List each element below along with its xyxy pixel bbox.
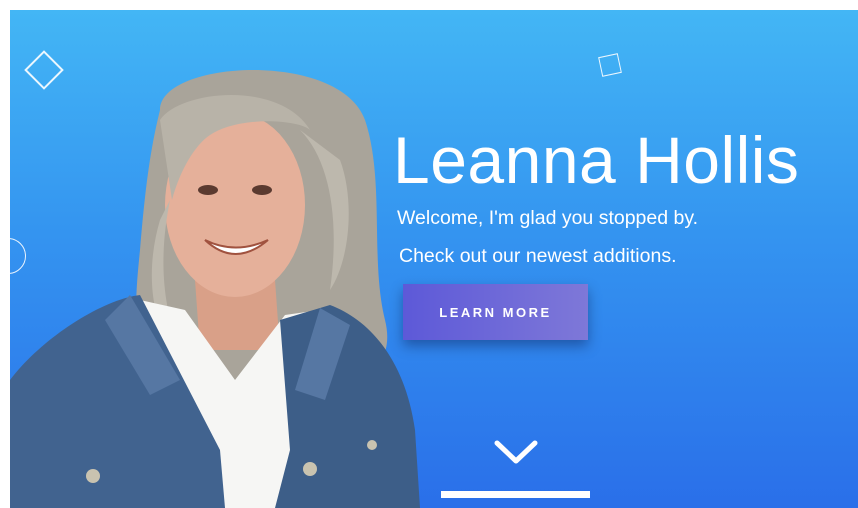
learn-more-button[interactable]: LEARN MORE	[403, 284, 588, 340]
hero-title: Leanna Hollis	[393, 123, 800, 197]
portrait-photo	[10, 70, 420, 508]
scroll-indicator-bar	[441, 491, 590, 498]
additions-text: Check out our newest additions.	[399, 245, 677, 267]
chevron-down-icon[interactable]	[493, 438, 539, 466]
learn-more-label: LEARN MORE	[439, 304, 552, 320]
hero-banner: Leanna Hollis Welcome, I'm glad you stop…	[10, 10, 858, 508]
welcome-text: Welcome, I'm glad you stopped by.	[397, 207, 699, 229]
square-decoration-icon	[598, 53, 622, 77]
